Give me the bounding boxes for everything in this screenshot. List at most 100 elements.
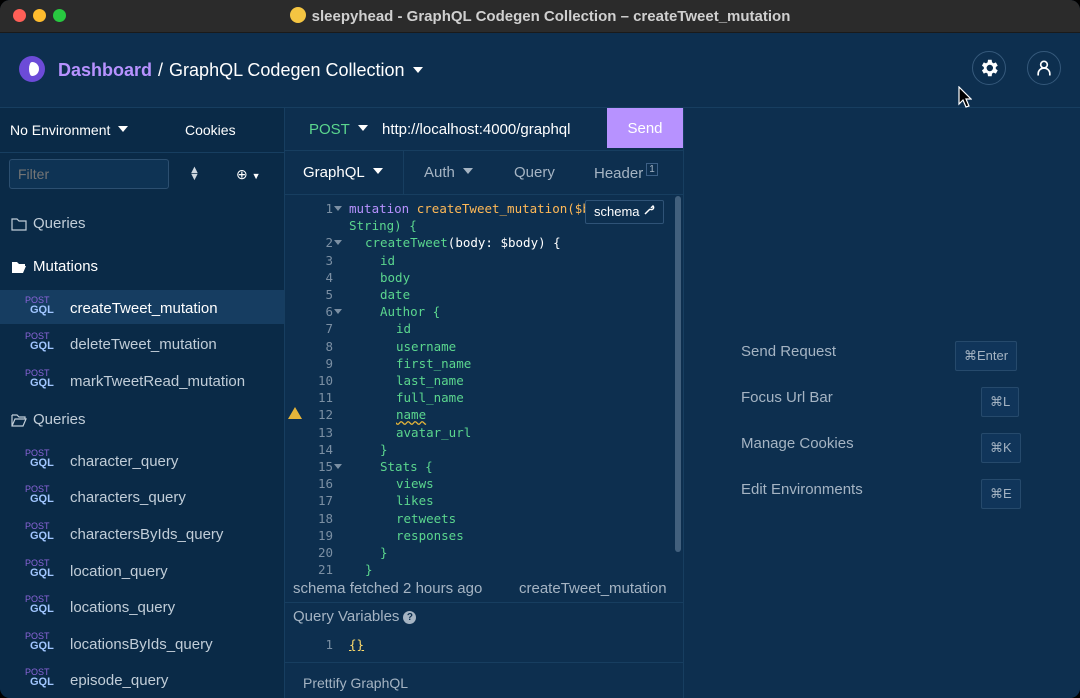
brace: } (365, 562, 373, 578)
sidebar-item-characters-query[interactable]: POST GQL characters_query (0, 479, 284, 513)
code-text: createTweet(body: $body) { (365, 234, 561, 251)
line-number: 12 (317, 407, 333, 423)
app-window: sleepyhead - GraphQL Codegen Collection … (0, 0, 1080, 698)
wrench-icon (644, 204, 655, 215)
fold-icon[interactable] (334, 240, 342, 246)
sidebar-item-marktweetread[interactable]: POST GQL markTweetRead_mutation (0, 363, 284, 397)
tab-header[interactable]: Header 1 (594, 163, 658, 182)
code-line: 15 Stats { (285, 458, 683, 475)
gql-badge: GQL (30, 340, 54, 352)
sidebar-item-location-query[interactable]: POST GQL location_query (0, 553, 284, 587)
tab-graphql[interactable]: GraphQL (303, 164, 383, 181)
shortcut-key-send: ⌘Enter (955, 341, 1018, 371)
tab-auth[interactable]: Auth (424, 164, 473, 181)
fold-icon[interactable] (334, 206, 342, 211)
window-title-text: sleepyhead - GraphQL Codegen Collection … (311, 8, 791, 25)
field: username (396, 338, 457, 354)
filter-input[interactable] (9, 159, 169, 189)
sleepy-face-icon (289, 7, 306, 23)
environment-label: No Environment (10, 122, 111, 138)
environment-dropdown[interactable]: No Environment (10, 122, 129, 138)
warning-icon[interactable] (288, 407, 302, 420)
method-dropdown[interactable]: POST (309, 121, 368, 138)
shortcut-label-send: Send Request (741, 343, 837, 360)
url-input[interactable]: http://localhost:4000/graphql (382, 121, 570, 138)
folder-label: Mutations (33, 258, 99, 275)
request-name: characters_query (70, 489, 186, 506)
shortcut-label-focus-url: Focus Url Bar (741, 389, 833, 406)
operation-name-status[interactable]: createTweet_mutation (519, 580, 667, 597)
field: likes (396, 493, 434, 509)
request-badge: POST GQL (25, 449, 54, 469)
cookies-button[interactable]: Cookies (185, 122, 236, 138)
request-name: deleteTweet_mutation (70, 336, 217, 353)
sidebar-item-episode-query[interactable]: POST GQL episode_query (0, 662, 284, 696)
response-pane: Send Request ⌘Enter Focus Url Bar ⌘L Man… (684, 108, 1080, 698)
line-number: 13 (317, 424, 333, 440)
field: full_name (396, 390, 464, 406)
arguments: (body: $body) { (447, 235, 561, 251)
code-line: 5 date (285, 286, 683, 303)
code-line: 7 id (285, 320, 683, 337)
line-number: 19 (317, 527, 333, 543)
sidebar-item-locationsbyids-query[interactable]: POST GQL locationsByIds_query (0, 626, 284, 660)
sidebar-item-charactersbyids-query[interactable]: POST GQL charactersByIds_query (0, 516, 284, 550)
line-number: 5 (325, 287, 333, 302)
chevron-down-icon (357, 125, 368, 131)
chevron-down-icon[interactable] (412, 67, 423, 73)
code-line: 2 createTweet(body: $body) { (285, 234, 683, 251)
request-badge: POST GQL (25, 522, 54, 542)
gql-badge: GQL (30, 676, 54, 688)
help-icon[interactable]: ? (403, 611, 417, 624)
field: avatar_url (396, 424, 472, 440)
folder-mutations[interactable]: Mutations (11, 258, 98, 275)
sidebar-item-deletetweet[interactable]: POST GQL deleteTweet_mutation (0, 326, 284, 360)
sort-icon[interactable]: ▲ ▼ (189, 165, 200, 183)
app-header: Dashboard / GraphQL Codegen Collection (0, 33, 1080, 108)
variables-value: {} (349, 637, 365, 652)
chevron-down-icon (372, 168, 383, 174)
editor-scrollbar[interactable] (675, 196, 681, 552)
fold-icon[interactable] (334, 464, 342, 469)
query-variables-title: Query Variables (293, 608, 400, 625)
line-number: 16 (317, 476, 333, 492)
sidebar-item-locations-query[interactable]: POST GQL locations_query (0, 589, 284, 623)
send-button[interactable]: Send (607, 108, 683, 148)
breadcrumb-separator: / (158, 60, 164, 80)
code-line: 4 body (285, 269, 683, 286)
line-number: 1 (325, 201, 333, 216)
brace: } (380, 441, 388, 457)
line-number: 21 (317, 562, 333, 578)
insomnia-logo-icon[interactable] (19, 56, 45, 82)
code-line: 13 avatar_url (285, 424, 683, 441)
preferences-button[interactable] (972, 51, 1006, 85)
sidebar-item-createtweet[interactable]: POST GQL createTweet_mutation (0, 290, 284, 324)
line-number: 2 (325, 235, 333, 251)
collection-name[interactable]: GraphQL Codegen Collection (169, 60, 404, 80)
code-line: 3 id (285, 252, 683, 269)
schema-button[interactable]: schema (585, 200, 665, 224)
tab-query[interactable]: Query (514, 164, 555, 181)
line-number: 1 (325, 637, 333, 652)
graphql-editor[interactable]: 1 mutation createTweet_mutation($body Str… (285, 200, 683, 582)
field: views (396, 476, 434, 492)
dashboard-link[interactable]: Dashboard (58, 60, 152, 80)
add-item-button[interactable]: ⊕ ▼ (236, 166, 261, 183)
operation-name: createTweet_mutation( (416, 201, 575, 216)
folder-queries[interactable]: Queries (11, 411, 86, 428)
code-line: 9 first_name (285, 355, 683, 372)
tab-label: GraphQL (303, 164, 365, 181)
shortcut-key-environments: ⌘E (981, 479, 1021, 509)
chevron-down-icon: ▼ (251, 171, 261, 181)
line-number: 11 (317, 390, 333, 406)
fold-icon[interactable] (334, 309, 342, 315)
account-button[interactable] (1027, 51, 1061, 85)
prettify-button[interactable]: Prettify GraphQL (303, 675, 408, 691)
field: body (380, 269, 411, 285)
folder-queries-collapsed[interactable]: Queries (11, 215, 86, 232)
code-text: String) { (349, 218, 417, 234)
gql-badge: GQL (30, 603, 54, 615)
sidebar-item-character-query[interactable]: POST GQL character_query (0, 443, 284, 477)
chevron-down-icon (118, 126, 129, 132)
code-line: 19 responses (285, 527, 683, 544)
